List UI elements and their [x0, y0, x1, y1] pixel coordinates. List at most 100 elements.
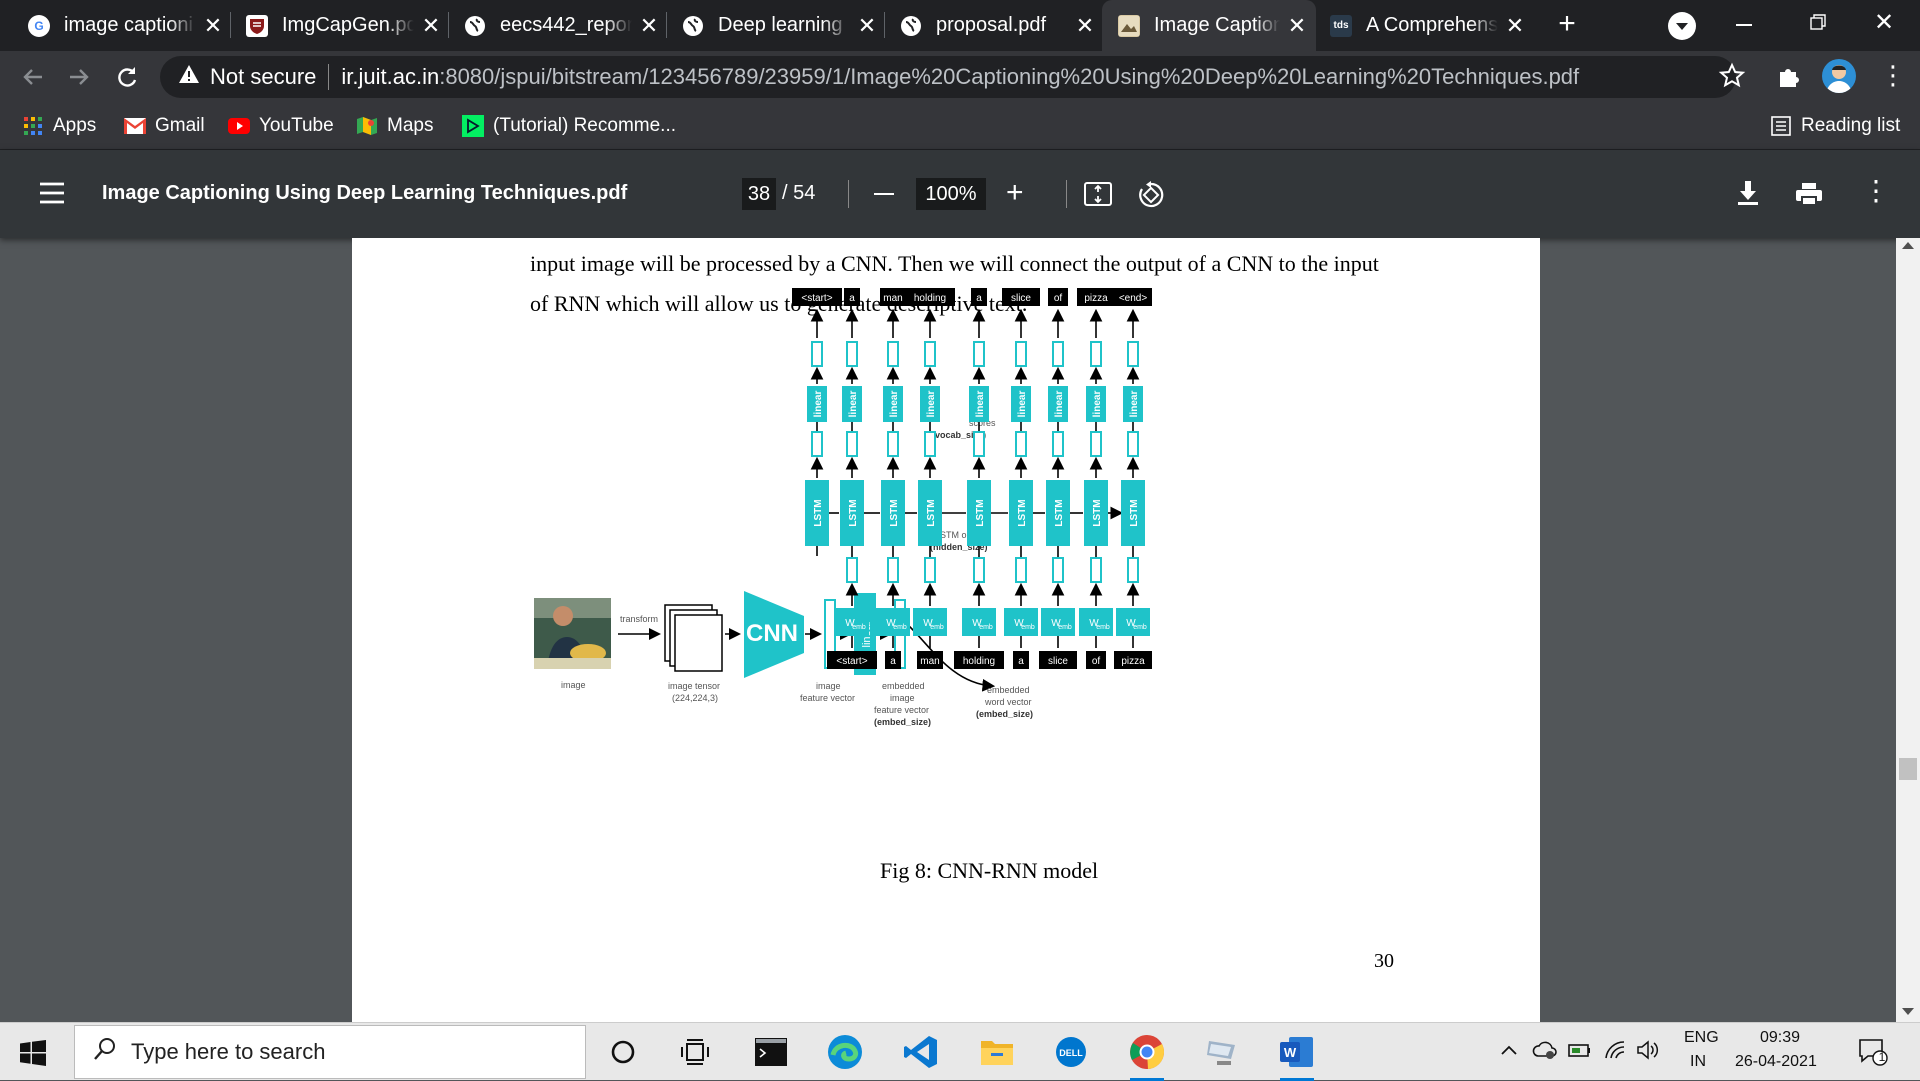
close-icon[interactable]: ✕ [856, 13, 878, 39]
address-bar[interactable]: Not secure ir.juit.ac.in :8080/jspui/bit… [160, 56, 1736, 98]
tab-separator [448, 12, 449, 38]
word-icon[interactable]: W [1276, 1031, 1318, 1081]
tab-imgcapgen[interactable]: ImgCapGen.pd ✕ [246, 0, 442, 51]
new-tab-plus-icon[interactable]: + [1550, 8, 1584, 42]
tab-eecs442[interactable]: eecs442_report ✕ [464, 0, 660, 51]
label-feature-vector: feature vector [800, 693, 855, 703]
wemb-sub-label: emb [893, 624, 907, 631]
print-icon[interactable] [1795, 182, 1823, 211]
forward-icon[interactable] [64, 62, 94, 97]
close-icon[interactable]: ✕ [420, 13, 442, 39]
tab-title: proposal.pdf [936, 14, 1047, 36]
rotate-icon[interactable] [1136, 180, 1166, 215]
fit-page-icon[interactable] [1084, 182, 1112, 211]
cortana-icon[interactable] [602, 1031, 644, 1073]
bookmark-apps[interactable]: Apps [22, 111, 96, 141]
bookmarks-bar: Apps Gmail YouTube Maps (Tutorial) Recom… [0, 103, 1920, 150]
lstm-output-vector [811, 431, 823, 457]
onedrive-sync-icon[interactable] [1532, 1040, 1558, 1065]
lstm-label: LSTM [889, 499, 900, 526]
bookmark-youtube[interactable]: YouTube [228, 111, 334, 141]
scroll-up-arrow-icon[interactable] [1902, 242, 1914, 249]
chrome-icon[interactable] [1126, 1031, 1168, 1081]
tab-image-caption-active[interactable]: Image Caption ✕ [1102, 0, 1316, 51]
tab-deep-learning[interactable]: Deep learning ✕ [682, 0, 878, 51]
reload-icon[interactable] [112, 62, 142, 97]
output-token: pizza [1084, 293, 1108, 304]
datacamp-icon [462, 115, 484, 137]
lstm-label: LSTM [926, 499, 937, 526]
vscode-icon[interactable] [900, 1031, 942, 1073]
region-code[interactable]: IN [1690, 1053, 1706, 1071]
clock-date[interactable]: 26-04-2021 [1735, 1053, 1817, 1071]
restore-icon[interactable] [1810, 14, 1826, 30]
edge-icon[interactable] [824, 1031, 866, 1073]
close-icon[interactable]: ✕ [1074, 13, 1096, 39]
profile-avatar[interactable] [1822, 59, 1856, 93]
zoom-level-input[interactable]: 100% [916, 178, 986, 210]
tab-comprehensive[interactable]: tds A Comprehens ✕ [1330, 0, 1526, 51]
zoom-in-icon[interactable]: + [1006, 177, 1024, 209]
close-icon[interactable]: ✕ [1286, 13, 1308, 39]
tab-proposal[interactable]: proposal.pdf ✕ [900, 0, 1096, 51]
language-code[interactable]: ENG [1684, 1029, 1719, 1047]
omnibox-divider [328, 64, 330, 90]
minimize-icon[interactable] [1736, 24, 1752, 26]
bookmark-gmail[interactable]: Gmail [124, 111, 205, 141]
wifi-icon[interactable] [1604, 1040, 1628, 1065]
label-transform: transform [620, 614, 658, 624]
task-view-icon[interactable] [674, 1031, 716, 1073]
scores-vector [1090, 341, 1102, 367]
tab-image-captioning[interactable]: G image captioni ✕ [28, 0, 224, 51]
scores-vector [846, 341, 858, 367]
label-embedded-word: (embed_size) [976, 709, 1033, 719]
dell-icon[interactable]: DELL [1050, 1031, 1092, 1073]
taskbar-search-box[interactable]: Type here to search [74, 1025, 586, 1079]
wemb-sub-label: emb [1058, 624, 1072, 631]
close-icon[interactable]: ✕ [638, 13, 660, 39]
url-host: ir.juit.ac.in [341, 64, 440, 89]
linear-label: linear [975, 391, 986, 418]
tab-title: image captioni [64, 14, 193, 36]
bookmark-label: Apps [53, 115, 97, 136]
chrome-menu-kebab-icon[interactable]: ⋮ [1880, 61, 1906, 89]
page-number-input[interactable]: 38 [742, 178, 776, 210]
volume-icon[interactable] [1636, 1040, 1660, 1065]
scroll-down-arrow-icon[interactable] [1902, 1008, 1914, 1015]
pdf-more-actions-icon[interactable]: ⋮ [1862, 176, 1890, 206]
pdf-scrollbar[interactable] [1896, 238, 1920, 1022]
reading-list-icon [1770, 115, 1792, 137]
linear-label: linear [926, 391, 937, 418]
clock-time[interactable]: 09:39 [1760, 1029, 1800, 1047]
battery-icon[interactable] [1568, 1041, 1592, 1064]
extensions-puzzle-icon[interactable] [1776, 63, 1802, 94]
lstm-output-vector [924, 431, 936, 457]
back-icon[interactable] [18, 62, 48, 97]
scroll-thumb[interactable] [1899, 758, 1917, 780]
download-icon[interactable] [1737, 180, 1759, 211]
file-explorer-icon[interactable] [976, 1031, 1018, 1073]
security-label[interactable]: Not secure [210, 64, 316, 90]
bookmark-star-icon[interactable] [1718, 62, 1746, 95]
tray-overflow-chevron-icon[interactable] [1500, 1043, 1518, 1061]
bookmark-tutorial[interactable]: (Tutorial) Recomme... [462, 111, 676, 141]
tab-separator [884, 12, 885, 38]
zoom-out-icon[interactable] [874, 193, 894, 195]
close-window-icon[interactable]: ✕ [1874, 8, 1894, 37]
scores-vector [811, 341, 823, 367]
browser-toolbar: Not secure ir.juit.ac.in :8080/jspui/bit… [0, 51, 1920, 103]
input-token: pizza [1121, 656, 1145, 667]
close-icon[interactable]: ✕ [1504, 13, 1526, 39]
lstm-output-vector [846, 431, 858, 457]
lstm-label: LSTM [1017, 499, 1028, 526]
hamburger-menu-icon[interactable] [40, 182, 64, 209]
close-icon[interactable]: ✕ [202, 13, 224, 39]
network-drive-icon[interactable] [1202, 1031, 1244, 1073]
terminal-icon[interactable] [750, 1031, 792, 1073]
windows-start-icon[interactable] [20, 1040, 46, 1071]
globe-icon [682, 15, 704, 37]
maps-icon [356, 115, 378, 137]
bookmark-maps[interactable]: Maps [356, 111, 433, 141]
reading-list-button[interactable]: Reading list [1770, 111, 1900, 141]
tab-search-icon[interactable] [1668, 12, 1696, 40]
